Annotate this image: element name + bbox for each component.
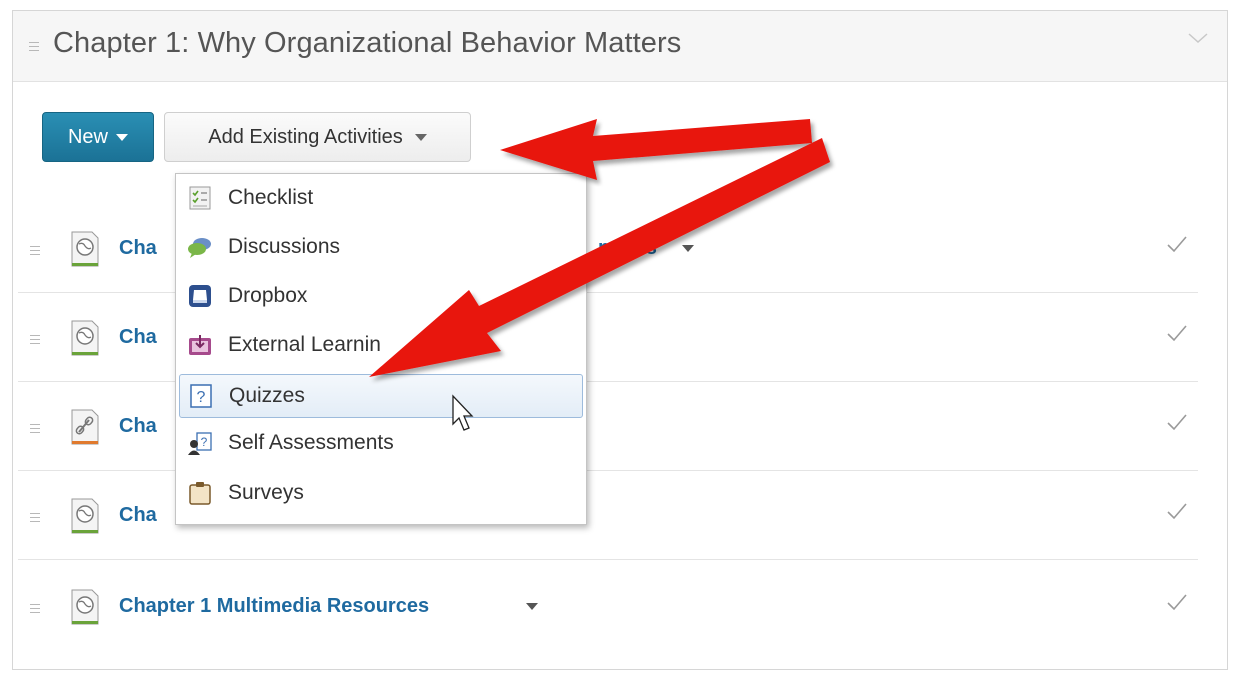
menu-item-self-assessments[interactable]: ? Self Assessments xyxy=(179,421,583,465)
drag-handle-icon[interactable] xyxy=(30,424,40,433)
menu-item-label: Checklist xyxy=(228,186,314,209)
caret-down-icon xyxy=(414,133,427,141)
external-tools-icon xyxy=(189,335,211,355)
web-page-icon xyxy=(71,231,99,267)
web-page-icon xyxy=(71,589,99,625)
drag-handle-icon[interactable] xyxy=(30,513,40,522)
menu-item-label: Self Assessments xyxy=(228,431,394,454)
chevron-down-icon[interactable] xyxy=(1187,31,1209,45)
caret-down-icon xyxy=(116,133,128,141)
checkmark-icon xyxy=(1167,236,1187,253)
menu-item-label: Surveys xyxy=(228,481,304,504)
web-page-icon xyxy=(71,498,99,534)
topic-title[interactable]: Cha xyxy=(119,326,157,349)
svg-text:?: ? xyxy=(197,389,206,406)
menu-item-label: Quizzes xyxy=(229,384,305,407)
module-title: Chapter 1: Why Organizational Behavior M… xyxy=(53,27,682,59)
caret-down-icon[interactable] xyxy=(526,603,538,610)
menu-item-label: Dropbox xyxy=(228,284,308,307)
menu-item-dropbox[interactable]: Dropbox xyxy=(179,274,583,318)
survey-icon xyxy=(189,482,211,505)
link-icon xyxy=(71,409,99,445)
topic-row[interactable]: Chapter 1 Multimedia Resources xyxy=(18,562,1198,651)
add-existing-activities-menu: Checklist Discussions Dropbox External L… xyxy=(175,173,587,525)
caret-down-icon[interactable] xyxy=(682,245,694,252)
web-page-icon xyxy=(71,320,99,356)
checkmark-icon xyxy=(1167,414,1187,431)
menu-item-discussions[interactable]: Discussions xyxy=(179,225,583,269)
checkmark-icon xyxy=(1167,503,1187,520)
discussions-icon xyxy=(188,238,211,258)
dropbox-icon xyxy=(189,285,211,307)
module-header: Chapter 1: Why Organizational Behavior M… xyxy=(13,11,1227,82)
quiz-icon: ? xyxy=(190,384,212,408)
svg-text:?: ? xyxy=(201,435,208,449)
topic-title[interactable]: Cha xyxy=(119,504,157,527)
menu-item-label-a: External Learnin xyxy=(228,333,381,356)
checkmark-icon xyxy=(1167,594,1187,611)
checklist-icon xyxy=(189,186,211,210)
menu-item-label: Discussions xyxy=(228,235,341,258)
new-button[interactable]: New xyxy=(42,112,154,162)
topic-title[interactable]: Cha xyxy=(119,237,157,260)
menu-item-surveys[interactable]: Surveys xyxy=(179,471,583,515)
add-existing-activities-button[interactable]: Add Existing Activities xyxy=(164,112,471,162)
menu-item-label-b: ols xyxy=(438,333,466,356)
menu-item-external-learning-tools[interactable]: External Learnin ols xyxy=(179,323,583,367)
self-assessment-icon: ? xyxy=(188,432,212,455)
drag-handle-icon[interactable] xyxy=(29,42,39,51)
add-existing-activities-label: Add Existing Activities xyxy=(208,125,403,148)
menu-item-quizzes[interactable]: ? Quizzes xyxy=(179,374,583,418)
topic-title[interactable]: Chapter 1 Multimedia Resources xyxy=(119,595,429,618)
topic-title[interactable]: Cha xyxy=(119,415,157,438)
drag-handle-icon[interactable] xyxy=(30,335,40,344)
menu-item-checklist[interactable]: Checklist xyxy=(179,176,583,220)
drag-handle-icon[interactable] xyxy=(30,604,40,613)
drag-handle-icon[interactable] xyxy=(30,246,40,255)
checkmark-icon xyxy=(1167,325,1187,342)
new-button-label: New xyxy=(67,125,108,148)
topic-title-tail[interactable]: paries xyxy=(598,237,657,260)
